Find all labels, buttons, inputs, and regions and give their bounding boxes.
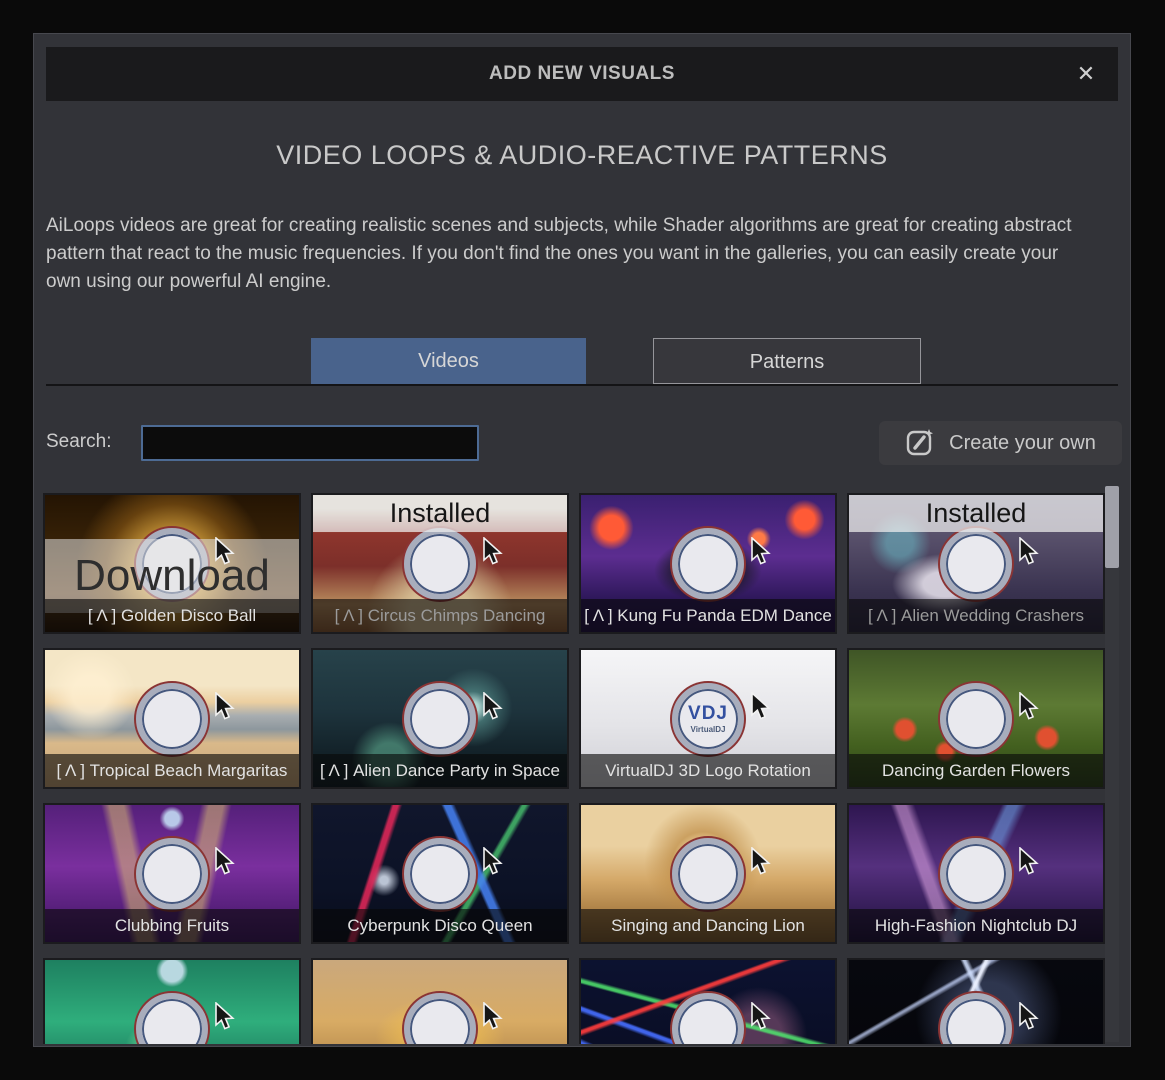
tile-title: Cyberpunk Disco Queen <box>313 909 567 942</box>
vdj-logo: VDJ VirtualDJ <box>672 683 744 755</box>
vdj-logo <box>672 838 744 910</box>
visual-tile[interactable]: [ Λ ] Tropical Beach Margaritas <box>43 648 301 789</box>
mouse-cursor-icon <box>1017 847 1043 877</box>
dialog-titlebar: ADD NEW VISUALS ✕ <box>46 47 1118 101</box>
vdj-logo <box>404 683 476 755</box>
search-label: Search: <box>46 421 111 463</box>
visual-tile[interactable] <box>847 958 1105 1044</box>
mouse-cursor-icon <box>481 847 507 877</box>
visual-tile[interactable]: High-Fashion Nightclub DJ <box>847 803 1105 944</box>
mouse-cursor-icon <box>749 847 775 877</box>
thumbnail-image <box>45 960 299 1044</box>
vdj-logo <box>136 993 208 1045</box>
visual-tile[interactable]: Installed [ Λ ] Circus Chimps Dancing <box>311 493 569 634</box>
add-new-visuals-dialog: ADD NEW VISUALS ✕ VIDEO LOOPS & AUDIO-RE… <box>33 33 1131 1047</box>
vdj-logo <box>940 683 1012 755</box>
intro-description: AiLoops videos are great for creating re… <box>46 212 1094 296</box>
visual-tile[interactable]: [ Λ ] Kung Fu Panda EDM Dance <box>579 493 837 634</box>
thumbnail-image <box>313 960 567 1044</box>
mouse-cursor-icon <box>1017 1002 1043 1032</box>
installed-overlay: Installed <box>849 495 1103 532</box>
mouse-cursor-icon <box>481 537 507 567</box>
visual-tile[interactable]: [ Λ ] Alien Dance Party in Space <box>311 648 569 789</box>
mouse-cursor-icon <box>1017 692 1043 722</box>
tile-title: [ Λ ] Tropical Beach Margaritas <box>45 754 299 787</box>
tile-title: [ Λ ] Alien Wedding Crashers <box>849 599 1103 632</box>
mouse-cursor-icon <box>749 537 775 567</box>
tab-patterns[interactable]: Patterns <box>653 338 921 384</box>
toolbar: Search: Create your own <box>34 421 1130 467</box>
installed-overlay: Installed <box>313 495 567 532</box>
dialog-title: ADD NEW VISUALS <box>46 47 1118 101</box>
visual-tile[interactable] <box>43 958 301 1044</box>
search-input[interactable] <box>141 425 479 461</box>
mouse-cursor-icon <box>213 692 239 722</box>
vdj-logo <box>940 528 1012 600</box>
pencil-sparkle-icon <box>905 428 935 458</box>
tile-title: [ Λ ] Circus Chimps Dancing <box>313 599 567 632</box>
vdj-logo <box>404 993 476 1045</box>
visuals-grid: Download [ Λ ] Golden Disco Ball Install… <box>43 493 1107 1044</box>
page-title: VIDEO LOOPS & AUDIO-REACTIVE PATTERNS <box>34 140 1130 171</box>
visual-tile[interactable]: Cyberpunk Disco Queen <box>311 803 569 944</box>
vdj-logo <box>136 683 208 755</box>
tab-videos[interactable]: Videos <box>311 338 586 384</box>
tile-title: [ Λ ] Alien Dance Party in Space <box>313 754 567 787</box>
visual-tile[interactable]: VDJ VirtualDJ VirtualDJ 3D Logo Rotation <box>579 648 837 789</box>
tile-title: Dancing Garden Flowers <box>849 754 1103 787</box>
scrollbar-track[interactable] <box>1105 486 1119 1042</box>
visual-tile[interactable]: Clubbing Fruits <box>43 803 301 944</box>
visual-tile[interactable]: Installed [ Λ ] Alien Wedding Crashers <box>847 493 1105 634</box>
vdj-logo <box>672 528 744 600</box>
tab-bar: Videos Patterns <box>46 338 1118 386</box>
mouse-cursor-icon <box>213 847 239 877</box>
vdj-logo <box>672 993 744 1045</box>
tile-title: [ Λ ] Golden Disco Ball <box>45 599 299 632</box>
visual-tile[interactable] <box>311 958 569 1044</box>
tile-title: VirtualDJ 3D Logo Rotation <box>581 754 835 787</box>
scrollbar-thumb[interactable] <box>1105 486 1119 568</box>
tab-underline <box>46 384 1118 386</box>
vdj-logo <box>404 528 476 600</box>
visuals-scroll-area: Download [ Λ ] Golden Disco Ball Install… <box>43 493 1107 1044</box>
visual-tile[interactable]: Dancing Garden Flowers <box>847 648 1105 789</box>
create-your-own-button[interactable]: Create your own <box>879 421 1122 465</box>
tile-title: High-Fashion Nightclub DJ <box>849 909 1103 942</box>
vdj-logo <box>940 838 1012 910</box>
visual-tile[interactable] <box>579 958 837 1044</box>
mouse-cursor-icon <box>481 1002 507 1032</box>
mouse-cursor-icon <box>481 692 507 722</box>
mouse-cursor-icon <box>213 1002 239 1032</box>
mouse-cursor-icon <box>749 692 775 722</box>
mouse-cursor-icon <box>749 1002 775 1032</box>
tile-title: Singing and Dancing Lion <box>581 909 835 942</box>
mouse-cursor-icon <box>213 537 239 567</box>
visual-tile[interactable]: Singing and Dancing Lion <box>579 803 837 944</box>
vdj-logo <box>940 993 1012 1045</box>
thumbnail-image <box>581 960 835 1044</box>
tile-title: [ Λ ] Kung Fu Panda EDM Dance <box>581 599 835 632</box>
thumbnail-image <box>849 960 1103 1044</box>
close-icon[interactable]: ✕ <box>1068 47 1104 101</box>
tile-title: Clubbing Fruits <box>45 909 299 942</box>
vdj-logo <box>136 838 208 910</box>
mouse-cursor-icon <box>1017 537 1043 567</box>
visual-tile[interactable]: Download [ Λ ] Golden Disco Ball <box>43 493 301 634</box>
create-your-own-label: Create your own <box>949 432 1096 455</box>
vdj-logo <box>404 838 476 910</box>
